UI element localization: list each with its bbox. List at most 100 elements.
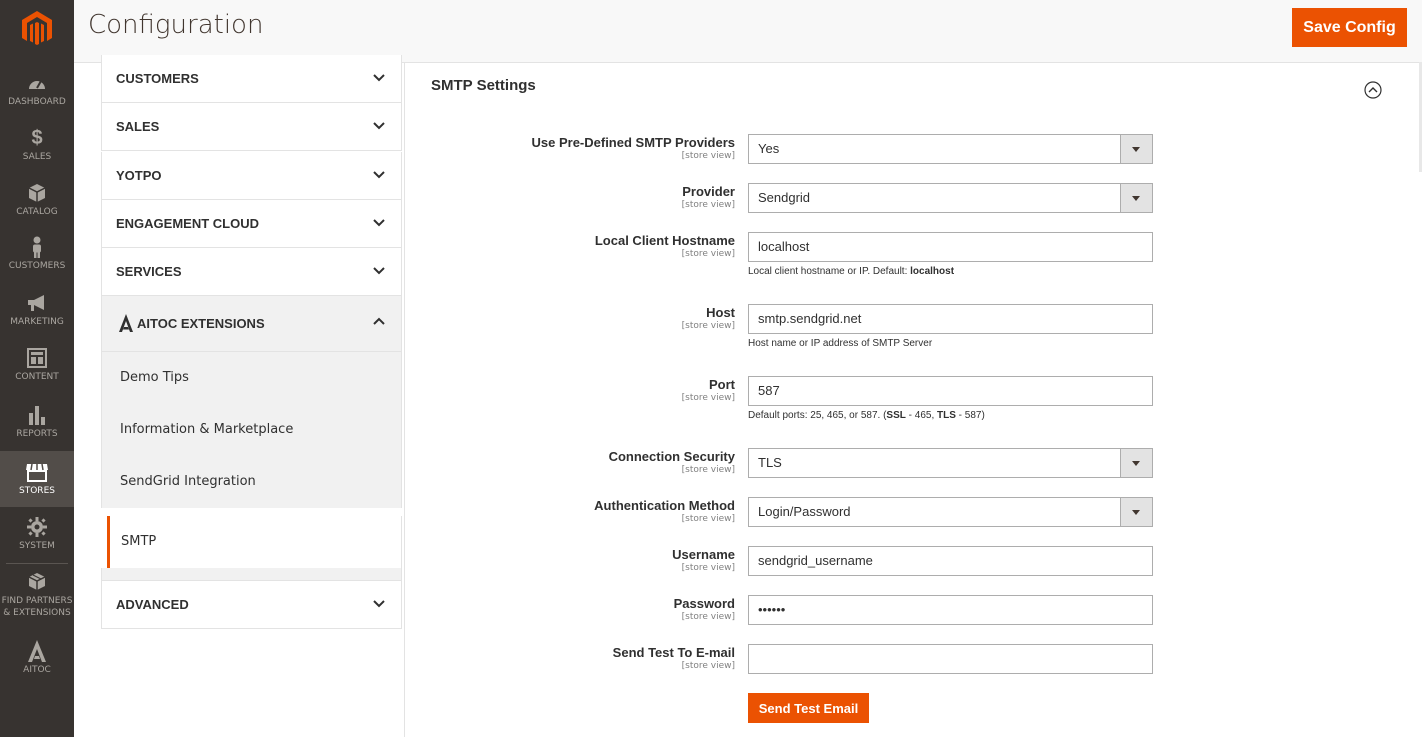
field-label-username: Username: [672, 547, 735, 562]
gear-icon: [27, 516, 47, 538]
nav-label: AITOC: [23, 665, 51, 675]
input-value: ••••••: [758, 602, 786, 617]
admin-sidebar: DASHBOARD $ SALES CATALOG CUSTOMERS MARK…: [0, 0, 74, 737]
username-input[interactable]: sendgrid_username: [748, 546, 1153, 576]
host-note: Host name or IP address of SMTP Server: [748, 338, 933, 349]
chevron-down-icon: [373, 600, 385, 608]
store-icon: [25, 461, 49, 483]
chevron-down-icon: [373, 219, 385, 227]
nav-label: FIND PARTNERS & EXTENSIONS: [1, 596, 73, 618]
tab-group-services[interactable]: SERVICES: [101, 248, 402, 296]
tab-item-demo-tips[interactable]: Demo Tips: [101, 352, 402, 404]
nav-reports[interactable]: REPORTS: [0, 404, 74, 452]
select-value: Login/Password: [758, 504, 851, 519]
tab-item-sendgrid-integration[interactable]: SendGrid Integration: [101, 456, 402, 508]
field-label-test-email: Send Test To E-mail: [612, 645, 735, 660]
tab-group-label: CUSTOMERS: [116, 71, 199, 86]
tab-group-spacer: [101, 568, 402, 580]
person-icon: [31, 236, 43, 258]
tab-group-aitoc-extensions[interactable]: AITOC EXTENSIONS: [101, 296, 402, 352]
nav-label: MARKETING: [10, 317, 64, 327]
password-input[interactable]: ••••••: [748, 595, 1153, 625]
cube-icon: [28, 182, 46, 204]
predefined-providers-select[interactable]: Yes: [748, 134, 1153, 164]
auth-method-select[interactable]: Login/Password: [748, 497, 1153, 527]
note-bold: SSL: [886, 410, 906, 421]
aitoc-logo-icon: [27, 640, 47, 662]
nav-find-partners[interactable]: FIND PARTNERS & EXTENSIONS: [0, 571, 74, 623]
scope-label: [store view]: [681, 514, 735, 524]
tab-item-information-marketplace[interactable]: Information & Marketplace: [101, 404, 402, 456]
tab-group-customers[interactable]: CUSTOMERS: [101, 55, 402, 103]
field-label-host: Host: [706, 305, 735, 320]
tab-group-label: SERVICES: [116, 264, 182, 279]
local-hostname-input[interactable]: localhost: [748, 232, 1153, 262]
connection-security-select[interactable]: TLS: [748, 448, 1153, 478]
select-value: Yes: [758, 141, 780, 156]
chevron-down-icon: [373, 171, 385, 179]
host-input[interactable]: smtp.sendgrid.net: [748, 304, 1153, 334]
test-email-input[interactable]: [748, 644, 1153, 674]
tab-group-advanced[interactable]: ADVANCED: [101, 580, 402, 629]
dropdown-arrow-icon: [1120, 135, 1152, 163]
note-text: Default ports: 25, 465, or 587. (: [748, 410, 887, 421]
scope-label: [store view]: [681, 393, 735, 403]
tab-group-label: ADVANCED: [116, 597, 189, 612]
nav-marketing[interactable]: MARKETING: [0, 292, 74, 340]
nav-label: SYSTEM: [19, 541, 55, 551]
nav-divider: [6, 563, 68, 564]
nav-sales[interactable]: $ SALES: [0, 127, 74, 175]
chevron-down-icon: [373, 267, 385, 275]
input-value: 587: [758, 383, 780, 398]
nav-content[interactable]: CONTENT: [0, 347, 74, 395]
nav-customers[interactable]: CUSTOMERS: [0, 236, 74, 284]
bar-chart-icon: [28, 404, 46, 426]
scope-label: [store view]: [681, 200, 735, 210]
tab-group-label: YOTPO: [116, 168, 162, 183]
tab-item-label: SendGrid Integration: [120, 474, 256, 489]
nav-stores[interactable]: STORES: [0, 451, 74, 507]
note-text: - 587): [955, 410, 985, 421]
nav-label: REPORTS: [16, 429, 58, 439]
scope-label: [store view]: [681, 563, 735, 573]
dashboard-icon: [27, 72, 47, 94]
tab-item-smtp[interactable]: SMTP: [107, 516, 402, 568]
send-test-email-button[interactable]: Send Test Email: [748, 693, 869, 723]
scope-label: [store view]: [681, 151, 735, 161]
provider-select[interactable]: Sendgrid: [748, 183, 1153, 213]
tab-group-engagement-cloud[interactable]: ENGAGEMENT CLOUD: [101, 200, 402, 248]
tab-group-sales[interactable]: SALES: [101, 103, 402, 151]
field-label-local-hostname: Local Client Hostname: [594, 233, 735, 248]
collapse-section-icon[interactable]: [1364, 81, 1382, 99]
tab-item-label: SMTP: [121, 534, 157, 549]
layout-icon: [27, 347, 47, 369]
note-bold: localhost: [910, 266, 955, 277]
field-label-provider: Provider: [682, 184, 735, 199]
dollar-icon: $: [31, 127, 43, 149]
nav-label: CUSTOMERS: [8, 261, 66, 271]
nav-aitoc[interactable]: AITOC: [0, 640, 74, 688]
section-title[interactable]: SMTP Settings: [431, 77, 536, 94]
input-value: sendgrid_username: [758, 553, 873, 568]
nav-catalog[interactable]: CATALOG: [0, 182, 74, 230]
hostname-note: Local client hostname or IP. Default: lo…: [748, 266, 954, 277]
scope-label: [store view]: [681, 465, 735, 475]
scope-label: [store view]: [681, 321, 735, 331]
note-text: - 465,: [905, 410, 938, 421]
tab-group-label: AITOC EXTENSIONS: [137, 316, 265, 331]
field-label-predefined-providers: Use Pre-Defined SMTP Providers: [531, 135, 736, 150]
field-label-password: Password: [673, 596, 735, 611]
nav-dashboard[interactable]: DASHBOARD: [0, 72, 74, 120]
magento-logo-icon[interactable]: [0, 0, 74, 58]
dropdown-arrow-icon: [1120, 498, 1152, 526]
page-title: Configuration: [88, 10, 264, 40]
tab-group-yotpo[interactable]: YOTPO: [101, 152, 402, 200]
scope-label: [store view]: [681, 661, 735, 671]
tab-group-label: SALES: [116, 119, 160, 134]
port-input[interactable]: 587: [748, 376, 1153, 406]
save-config-button[interactable]: Save Config: [1292, 8, 1407, 47]
port-note: Default ports: 25, 465, or 587. (SSL - 4…: [748, 410, 985, 421]
nav-label: CATALOG: [16, 207, 58, 217]
nav-system[interactable]: SYSTEM: [0, 516, 74, 564]
scope-label: [store view]: [681, 612, 735, 622]
